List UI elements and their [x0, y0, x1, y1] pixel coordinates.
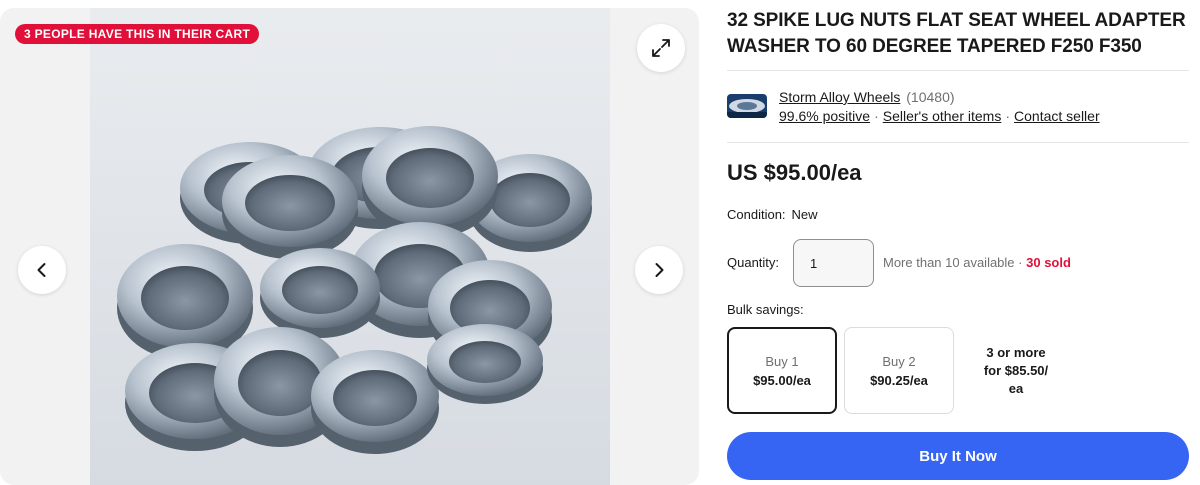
- chevron-left-icon: [37, 263, 46, 277]
- seller-links: 99.6% positive · Seller's other items · Cont…: [779, 107, 1100, 125]
- separator: ·: [1018, 255, 1023, 270]
- bulk-savings-label: Bulk savings:: [727, 302, 804, 317]
- availability-text: More than 10 available: [883, 255, 1015, 270]
- condition-row: Condition: New: [727, 207, 818, 222]
- washers-image: [117, 126, 592, 454]
- seller-other-items-link[interactable]: Seller's other items: [883, 108, 1002, 124]
- product-photo[interactable]: [90, 8, 610, 485]
- seller-divider: [727, 142, 1189, 143]
- separator: ·: [1005, 108, 1011, 124]
- tier-price: $95.00/ea: [753, 372, 811, 388]
- bulk-tier-buy-1[interactable]: Buy 1 $95.00/ea: [727, 327, 837, 414]
- quantity-label: Quantity:: [727, 255, 780, 270]
- listing-title: 32 SPIKE LUG NUTS FLAT SEAT WHEEL ADAPTE…: [727, 10, 1186, 57]
- tier-price: $90.25/ea: [870, 372, 928, 388]
- seller-feedback-count: (10480): [906, 89, 955, 105]
- seller-card: Storm Alloy Wheels (10480) 99.6% positiv…: [727, 88, 1189, 128]
- contact-seller-link[interactable]: Contact seller: [1014, 108, 1100, 124]
- bulk-tier-buy-2[interactable]: Buy 2 $90.25/ea: [844, 327, 954, 414]
- seller-logo[interactable]: [727, 94, 767, 118]
- buy-it-now-button[interactable]: Buy It Now: [727, 432, 1189, 480]
- condition-label: Condition:: [727, 207, 786, 222]
- title-divider: [727, 70, 1189, 71]
- separator: ·: [874, 108, 879, 124]
- tier-quantity: Buy 1: [765, 353, 799, 369]
- next-image-button[interactable]: [635, 246, 683, 294]
- positive-feedback-link[interactable]: 99.6% positive: [779, 108, 870, 124]
- previous-image-button[interactable]: [18, 246, 66, 294]
- quantity-availability: More than 10 available · 30 sold: [883, 255, 1071, 270]
- seller-name-link[interactable]: Storm Alloy Wheels: [779, 89, 900, 105]
- chevron-right-icon: [655, 263, 664, 277]
- bulk-tier-3-or-more[interactable]: 3 or more for $85.50/ ea: [961, 327, 1071, 414]
- expand-icon: [652, 39, 670, 57]
- item-price: US $95.00/ea: [727, 160, 862, 185]
- tier-quantity: Buy 2: [882, 353, 916, 369]
- expand-image-button[interactable]: [637, 24, 685, 72]
- cart-count-badge: 3 PEOPLE HAVE THIS IN THEIR CART: [15, 24, 260, 44]
- condition-value: New: [791, 207, 818, 222]
- seller-name-line: Storm Alloy Wheels (10480): [779, 88, 955, 106]
- sold-count[interactable]: 30 sold: [1026, 255, 1071, 270]
- image-gallery: 3 PEOPLE HAVE THIS IN THEIR CART: [0, 8, 699, 485]
- listing-info: 32 SPIKE LUG NUTS FLAT SEAT WHEEL ADAPTE…: [727, 8, 1189, 64]
- quantity-input[interactable]: [793, 239, 874, 287]
